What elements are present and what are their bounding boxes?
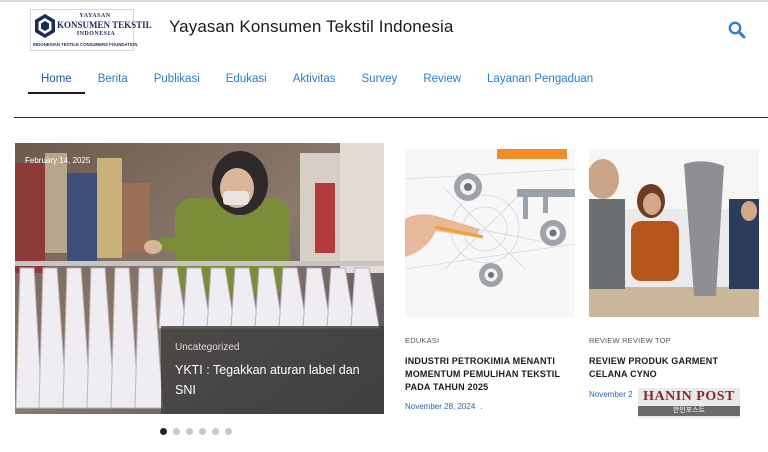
main-nav: Home Berita Publikasi Edukasi Aktivitas …: [28, 64, 606, 94]
slider-dot-1[interactable]: [160, 428, 167, 435]
nav-item-publikasi[interactable]: Publikasi: [141, 64, 213, 94]
slider-dot-6[interactable]: [225, 428, 232, 435]
card-image-petrokimia[interactable]: [405, 149, 575, 317]
card-image-review-garment[interactable]: [589, 149, 759, 317]
top-border: [0, 0, 768, 2]
nav-item-layanan-pengaduan[interactable]: Layanan Pengaduan: [474, 64, 606, 94]
card-date-text: November 28, 2024: [405, 402, 476, 411]
logo-emblem-icon: [35, 14, 55, 38]
nav-item-review[interactable]: Review: [410, 64, 474, 94]
logo-text-sub: INDONESIA: [76, 31, 116, 37]
hero-category[interactable]: Uncategorized: [175, 342, 370, 353]
slider-dot-4[interactable]: [199, 428, 206, 435]
site-logo[interactable]: YAYASAN KONSUMEN TEKSTIL INDONESIA INDON…: [30, 9, 152, 51]
nav-divider: [14, 117, 768, 118]
slider-dots: [160, 428, 232, 435]
slider-dot-3[interactable]: [186, 428, 193, 435]
card-date-suffix: .: [480, 402, 483, 411]
card-title-petrokimia[interactable]: INDUSTRI PETROKIMIA MENANTI MOMENTUM PEM…: [405, 355, 577, 394]
hero-date: February 14, 2025: [25, 156, 91, 165]
hero-title[interactable]: YKTI : Tegakkan aturan label dan SNI: [175, 360, 370, 400]
card-category-review[interactable]: REVIEW REVIEW TOP: [589, 336, 671, 345]
watermark-subtext: 한인포스트: [638, 406, 740, 416]
nav-item-aktivitas[interactable]: Aktivitas: [280, 64, 349, 94]
nav-item-home[interactable]: Home: [28, 64, 85, 94]
hanin-post-watermark: HANIN POST 한인포스트: [638, 388, 740, 418]
card-category-edukasi[interactable]: EDUKASI: [405, 336, 439, 345]
slider-dot-5[interactable]: [212, 428, 219, 435]
card-date-review-garment: November 2: [589, 390, 633, 399]
site-title[interactable]: Yayasan Konsumen Tekstil Indonesia: [169, 17, 453, 37]
engineering-drawing-image: [405, 149, 575, 317]
card-title-review-garment[interactable]: REVIEW PRODUK GARMENT CELANA CYNO: [589, 355, 754, 381]
garment-review-image: [589, 149, 759, 317]
logo-text-top: YAYASAN: [79, 13, 111, 19]
watermark-text: HANIN POST: [643, 389, 735, 404]
nav-item-survey[interactable]: Survey: [349, 64, 411, 94]
nav-item-edukasi[interactable]: Edukasi: [213, 64, 280, 94]
card-date-petrokimia: November 28, 2024.: [405, 402, 483, 411]
logo-text-main: KONSUMEN TEKSTIL: [57, 20, 152, 30]
hero-slide[interactable]: February 14, 2025 Uncategorized YKTI : T…: [15, 143, 384, 414]
hero-caption[interactable]: Uncategorized YKTI : Tegakkan aturan lab…: [161, 326, 384, 414]
logo-text-foot: INDONESIAN TEXTILE CONSUMERS FOUNDATION: [33, 42, 138, 47]
search-icon[interactable]: [727, 20, 747, 40]
nav-item-berita[interactable]: Berita: [85, 64, 141, 94]
slider-dot-2[interactable]: [173, 428, 180, 435]
